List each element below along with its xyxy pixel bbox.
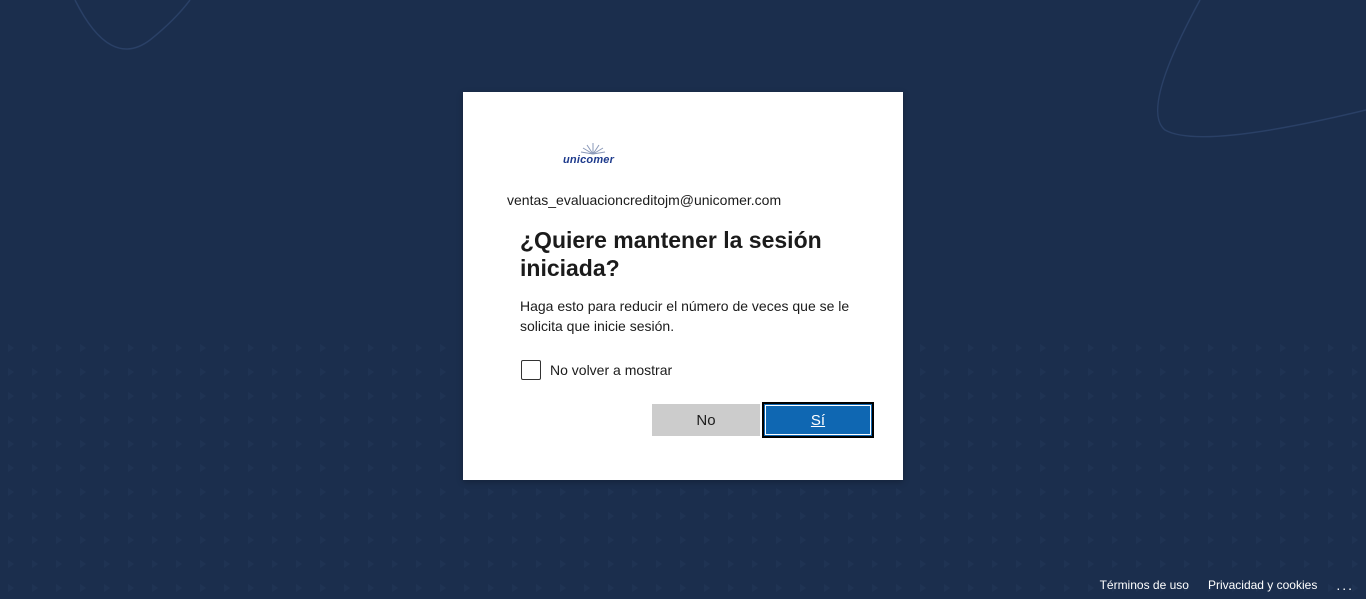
logo-text: unicomer (563, 154, 615, 166)
terms-link[interactable]: Términos de uso (1100, 578, 1189, 592)
sign-in-dialog: unicomer ventas_evaluacioncreditojm@unic… (463, 92, 903, 480)
dont-show-again-option[interactable]: No volver a mostrar (521, 360, 672, 380)
description-text: Haga esto para reducir el número de vece… (520, 298, 850, 334)
dont-show-again-label: No volver a mostrar (550, 362, 673, 378)
page-title: ¿Quiere mantener la sesión iniciada? (520, 227, 822, 281)
privacy-link[interactable]: Privacidad y cookies (1208, 578, 1317, 592)
no-button[interactable]: No (652, 404, 760, 436)
unicomer-logo: unicomer (563, 140, 623, 170)
dont-show-again-checkbox[interactable] (521, 360, 541, 380)
footer: Términos de uso Privacidad y cookies ... (1100, 577, 1354, 593)
yes-button[interactable]: Sí (762, 402, 874, 438)
more-options-button[interactable]: ... (1336, 577, 1354, 593)
account-identity: ventas_evaluacioncreditojm@unicomer.com (507, 192, 782, 208)
